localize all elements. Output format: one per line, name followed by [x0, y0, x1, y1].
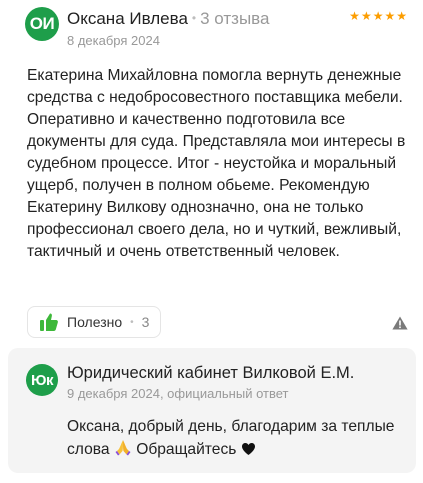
separator-dot: • [130, 316, 134, 328]
author-line: Оксана Ивлева • 3 отзыва [67, 9, 269, 29]
reply-text-part: Обращайтесь [131, 441, 241, 458]
author-reviews-count: 3 отзыва [200, 9, 270, 28]
business-avatar[interactable]: Юк [26, 364, 58, 396]
star-icon: ★ [372, 9, 384, 23]
warning-icon[interactable] [392, 316, 408, 330]
star-icon: ★ [349, 9, 360, 23]
review-text: Екатерина Михайловна помогла вернуть ден… [27, 67, 406, 260]
thumbs-up-icon [40, 313, 58, 331]
helpful-button[interactable]: Полезно • 3 [27, 306, 161, 338]
star-icon: ★ [384, 9, 396, 23]
helpful-count: 3 [141, 314, 150, 330]
reply-author[interactable]: Юридический кабинет Вилковой Е.М. [67, 364, 354, 383]
author-avatar[interactable]: ОИ [25, 7, 59, 41]
heart-icon [241, 443, 255, 455]
praying-hands-icon [115, 440, 131, 456]
reply-date: 9 декабря 2024, официальный ответ [67, 386, 289, 401]
reply-text: Оксана, добрый день, благодарим за теплы… [67, 415, 397, 461]
star-icon: ★ [360, 9, 372, 23]
author-name[interactable]: Оксана Ивлева [67, 9, 188, 28]
star-icon: ★ [396, 9, 407, 23]
review-date: 8 декабря 2024 [67, 33, 160, 48]
separator-dot: • [191, 11, 197, 25]
rating-stars: ★ ★ ★ ★ ★ [349, 10, 407, 22]
helpful-label: Полезно [67, 314, 123, 330]
